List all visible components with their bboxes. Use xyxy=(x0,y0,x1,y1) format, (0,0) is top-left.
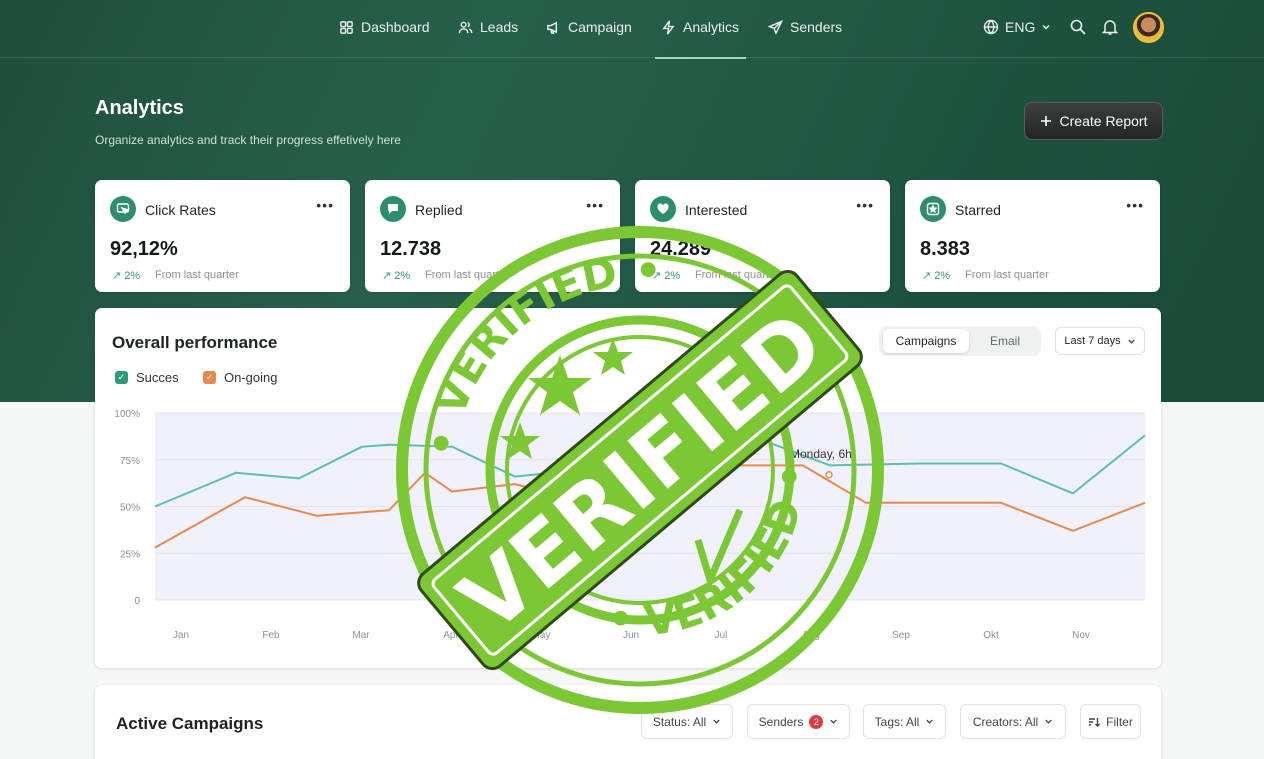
stat-change-value: 2% xyxy=(934,270,951,282)
x-tick-label: Nov xyxy=(1072,630,1090,641)
cursor-icon xyxy=(110,196,136,222)
globe-icon xyxy=(983,19,999,35)
stat-change: ↗ 2% xyxy=(652,270,681,282)
status-filter[interactable]: Status: All xyxy=(641,704,733,739)
megaphone-icon xyxy=(547,21,558,34)
stat-card-starred: Starred ••• 8.383 ↗ 2% From last quarter xyxy=(905,180,1160,292)
chevron-down-icon xyxy=(926,719,934,724)
senders-count-badge: 2 xyxy=(809,714,824,729)
performance-card: Overall performance ✓ Succes ✓ On-going … xyxy=(95,308,1161,668)
nav-senders-label: Senders xyxy=(790,19,843,35)
status-filter-label: Status: All xyxy=(652,714,707,729)
stat-value: 12.738 xyxy=(380,238,442,260)
create-report-label: Create Report xyxy=(1059,113,1148,129)
nav-active-indicator xyxy=(655,57,746,59)
stat-note: From last quarter xyxy=(965,269,1049,281)
stat-note: From last quarter xyxy=(695,269,779,281)
stat-card-replied: Replied ••• 12.738 ↗ 2% From last quarte… xyxy=(365,180,620,292)
bell-icon[interactable] xyxy=(1101,18,1119,36)
stat-value: 24.289 xyxy=(650,238,712,260)
stat-change: ↗ 2% xyxy=(112,270,141,282)
nav-leads[interactable]: Leads xyxy=(458,19,518,35)
more-options-icon[interactable]: ••• xyxy=(586,197,604,213)
chat-icon xyxy=(380,196,406,222)
stat-change-value: 2% xyxy=(394,270,411,282)
senders-filter-label: Senders xyxy=(758,714,804,729)
more-options-icon[interactable]: ••• xyxy=(316,197,334,213)
nav-campaign[interactable]: Campaign xyxy=(546,19,632,35)
chevron-down-icon xyxy=(1042,24,1050,30)
stat-note: From last quarter xyxy=(425,269,509,281)
stat-change: ↗ 2% xyxy=(382,270,411,282)
stat-change: ↗ 2% xyxy=(922,270,951,282)
star-icon xyxy=(920,196,946,222)
stat-change-value: 2% xyxy=(124,270,141,282)
create-report-button[interactable]: Create Report xyxy=(1024,102,1163,140)
filter-button[interactable]: Filter xyxy=(1080,704,1141,739)
stat-label: Click Rates xyxy=(145,202,216,218)
x-tick-label: Apr xyxy=(443,630,459,641)
x-tick-label: Mar xyxy=(352,630,370,641)
nav-analytics[interactable]: Analytics xyxy=(661,19,739,35)
stat-change-value: 2% xyxy=(664,270,681,282)
tags-filter[interactable]: Tags: All xyxy=(863,704,946,739)
bolt-icon xyxy=(662,20,675,34)
campaigns-title: Active Campaigns xyxy=(116,714,264,733)
avatar[interactable] xyxy=(1133,12,1164,43)
stat-value: 8.383 xyxy=(920,238,971,260)
x-tick-label: May xyxy=(532,630,551,641)
x-tick-label: Okt xyxy=(983,630,999,641)
x-tick-label: Sep xyxy=(892,630,910,641)
page-title: Analytics xyxy=(95,97,184,119)
senders-filter[interactable]: Senders 2 xyxy=(747,704,850,739)
y-tick-label: 100% xyxy=(114,409,140,420)
stat-note: From last quarter xyxy=(155,269,239,281)
sort-icon xyxy=(1089,717,1101,727)
search-icon[interactable] xyxy=(1069,18,1087,36)
active-campaigns-card: Active Campaigns Status: All Senders 2 T… xyxy=(95,685,1161,759)
stat-label: Starred xyxy=(955,202,1001,218)
chart-tooltip: Monday, 6h xyxy=(790,447,852,461)
performance-chart: 100% 75% 50% 25% 0 Jan Feb Mar Apr May Jun Jul Aug Se… xyxy=(114,409,1146,641)
send-icon xyxy=(768,19,783,35)
creators-filter[interactable]: Creators: All xyxy=(960,704,1066,739)
plus-icon xyxy=(1040,116,1051,126)
filter-label: Filter xyxy=(1106,714,1133,729)
stat-value: 92,12% xyxy=(110,238,178,260)
chevron-down-icon xyxy=(830,719,838,724)
x-tick-label: Jun xyxy=(623,630,639,641)
stat-label: Interested xyxy=(685,202,748,218)
chevron-down-icon xyxy=(713,719,720,724)
x-tick-label: Jan xyxy=(173,630,189,641)
language-selector[interactable]: ENG xyxy=(983,19,1051,35)
creators-filter-label: Creators: All xyxy=(972,714,1039,729)
heart-icon xyxy=(650,196,676,222)
stat-card-interested: Interested ••• 24.289 ↗ 2% From last qua… xyxy=(635,180,890,292)
nav-leads-label: Leads xyxy=(480,19,519,35)
x-tick-label: Aug xyxy=(802,630,820,641)
users-icon xyxy=(458,21,473,33)
more-options-icon[interactable]: ••• xyxy=(1126,197,1144,213)
y-tick-label: 75% xyxy=(120,456,140,467)
nav-dashboard-label: Dashboard xyxy=(361,19,430,35)
nav-analytics-label: Analytics xyxy=(683,19,740,35)
x-tick-label: Jul xyxy=(715,630,728,641)
tooltip-point xyxy=(825,471,833,479)
grid-icon xyxy=(340,20,353,34)
nav-dashboard[interactable]: Dashboard xyxy=(339,19,430,35)
stat-card-click-rates: Click Rates ••• 92,12% ↗ 2% From last qu… xyxy=(95,180,350,292)
nav-senders[interactable]: Senders xyxy=(768,19,842,35)
stat-label: Replied xyxy=(415,202,463,218)
top-navigation: Dashboard Leads Campaign Analytics Sende… xyxy=(0,0,1264,59)
page-subtitle: Organize analytics and track their progr… xyxy=(95,133,401,147)
x-tick-label: Feb xyxy=(262,630,280,641)
more-options-icon[interactable]: ••• xyxy=(856,197,874,213)
nav-campaign-label: Campaign xyxy=(568,19,632,35)
chevron-down-icon xyxy=(1045,719,1052,724)
y-tick-label: 25% xyxy=(120,549,140,560)
tags-filter-label: Tags: All xyxy=(874,714,920,729)
y-tick-label: 50% xyxy=(120,503,140,514)
y-tick-label: 0 xyxy=(134,596,140,607)
language-label: ENG xyxy=(1005,19,1036,35)
